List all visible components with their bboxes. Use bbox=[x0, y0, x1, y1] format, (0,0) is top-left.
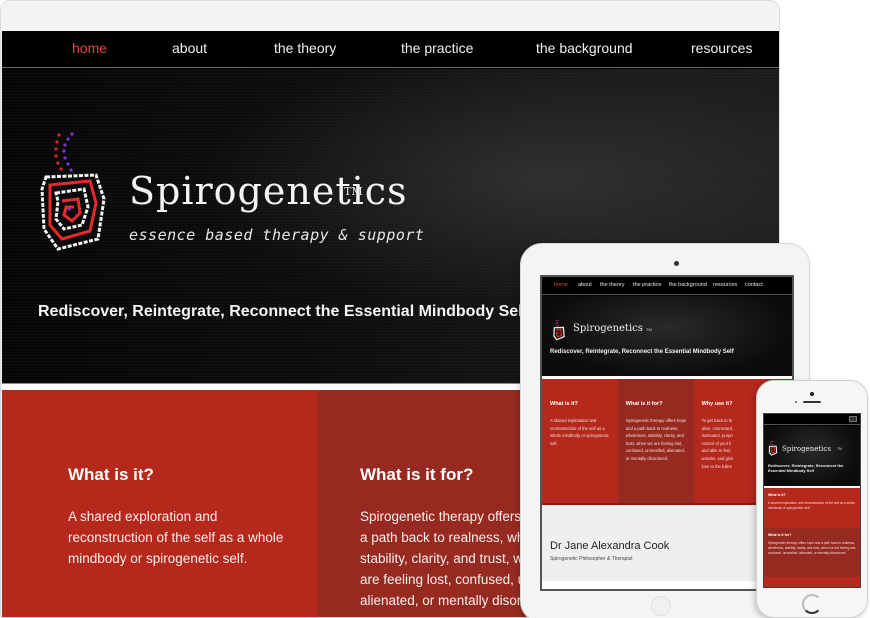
tablet-feature-column: What is it for? Spirogenetic therapy off… bbox=[617, 379, 694, 503]
phone-camera-icon bbox=[810, 392, 814, 396]
tablet-feature-title: Why use it? bbox=[701, 401, 733, 407]
tablet-slogan: Rediscover, Reintegrate, Reconnect the E… bbox=[550, 349, 734, 355]
tablet-nav-contact[interactable]: contact bbox=[745, 282, 763, 288]
tablet-trademark: TM bbox=[646, 327, 652, 332]
brand-tagline: essence based therapy & support bbox=[129, 226, 425, 244]
tablet-feature-title: What is it? bbox=[550, 401, 578, 407]
phone-feature-section: What is it for? Spirogenetic therapy off… bbox=[764, 528, 860, 577]
tablet-nav: home about the theory the practice the b… bbox=[542, 277, 792, 295]
phone-screen: Spirogenetics TM Rediscover, Reintegrate… bbox=[763, 413, 861, 588]
phone-brand-name: Spirogenetics bbox=[782, 445, 831, 453]
tablet-bio-section: Dr Jane Alexandra Cook Spirogenetic Phil… bbox=[542, 503, 792, 589]
feature-title: What is it? bbox=[68, 465, 154, 484]
tablet-feature-text: A shared exploration and reconstruction … bbox=[550, 418, 609, 446]
tablet-feature-title: What is it for? bbox=[625, 401, 663, 407]
phone-feature-text: A shared exploration and reconstruction … bbox=[768, 501, 856, 510]
tablet-brand-name: Spirogenetics bbox=[573, 323, 643, 334]
main-nav: home about the theory the practice the b… bbox=[2, 31, 779, 68]
phone-feature-title: What is it? bbox=[768, 493, 786, 497]
nav-about[interactable]: about bbox=[172, 40, 207, 56]
phone-nav bbox=[764, 414, 860, 425]
tablet-feature-text: Spirogenetic therapy offers hope and a p… bbox=[625, 418, 687, 461]
therapist-name: Dr Jane Alexandra Cook bbox=[550, 540, 670, 552]
brand-name: Spirogenetics bbox=[129, 169, 408, 213]
nav-home[interactable]: home bbox=[72, 40, 107, 56]
nav-the-theory[interactable]: the theory bbox=[274, 40, 336, 56]
tablet-camera-icon bbox=[674, 261, 679, 266]
spiral-logo-icon bbox=[768, 440, 778, 456]
phone-sensor-icon bbox=[795, 401, 797, 403]
phone-mockup: Spirogenetics TM Rediscover, Reintegrate… bbox=[756, 380, 868, 618]
tablet-hero: Spirogenetics TM Rediscover, Reintegrate… bbox=[542, 296, 792, 376]
phone-speaker-icon bbox=[803, 401, 821, 403]
phone-feature-section: What is it? A shared exploration and rec… bbox=[764, 488, 860, 528]
tablet-feature-columns: What is it? A shared exploration and rec… bbox=[542, 379, 792, 503]
loading-spinner-icon bbox=[802, 594, 822, 614]
tablet-footer bbox=[542, 581, 792, 589]
hamburger-menu-icon[interactable] bbox=[849, 416, 857, 422]
nav-the-practice[interactable]: the practice bbox=[401, 40, 473, 56]
feature-title: What is it for? bbox=[360, 465, 474, 484]
tablet-nav-the-practice[interactable]: the practice bbox=[633, 282, 661, 288]
feature-text: A shared exploration and reconstruction … bbox=[68, 509, 284, 566]
phone-hero: Spirogenetics TM Rediscover, Reintegrate… bbox=[764, 426, 860, 486]
trademark-mark: TM bbox=[344, 185, 363, 198]
nav-the-background[interactable]: the background bbox=[536, 40, 633, 56]
phone-feature-section bbox=[764, 577, 860, 587]
therapist-role: Spirogenetic Philosopher & Therapist bbox=[550, 556, 633, 562]
nav-resources[interactable]: resources bbox=[691, 40, 752, 56]
spiral-logo-icon bbox=[553, 319, 565, 341]
feature-column-what-is-it: What is it? A shared exploration and rec… bbox=[2, 390, 318, 617]
hero-slogan: Rediscover, Reintegrate, Reconnect the E… bbox=[38, 303, 528, 320]
tablet-nav-home[interactable]: home bbox=[554, 282, 568, 288]
spiral-logo-icon[interactable] bbox=[38, 129, 108, 254]
browser-chrome bbox=[1, 1, 779, 31]
phone-slogan: Rediscover, Reintegrate, Reconnect the E… bbox=[768, 463, 844, 473]
tablet-nav-the-theory[interactable]: the theory bbox=[600, 282, 624, 288]
tablet-feature-column: What is it? A shared exploration and rec… bbox=[542, 379, 618, 503]
phone-trademark: TM bbox=[837, 447, 843, 451]
tablet-nav-resources[interactable]: resources bbox=[713, 282, 737, 288]
tablet-nav-about[interactable]: about bbox=[578, 282, 592, 288]
tablet-home-button bbox=[651, 596, 671, 616]
tablet-nav-the-background[interactable]: the background bbox=[669, 282, 707, 288]
phone-feature-text: Spirogenetic therapy offers hope and a p… bbox=[768, 541, 857, 555]
phone-feature-title: What is it for? bbox=[768, 533, 792, 537]
